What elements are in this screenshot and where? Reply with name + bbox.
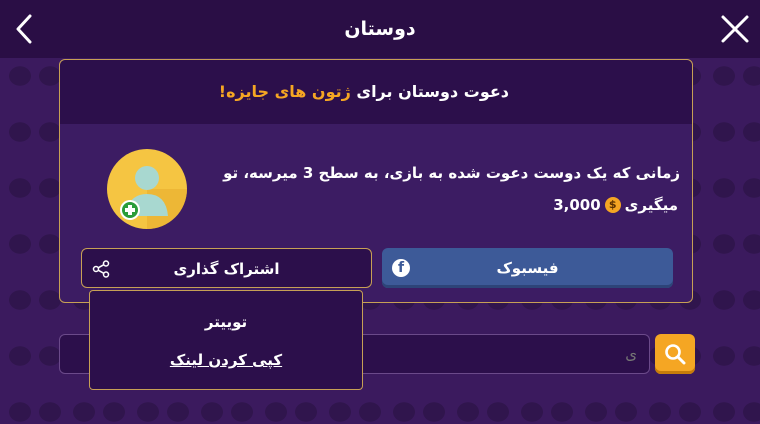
close-button[interactable]: [720, 14, 750, 44]
share-menu-copy-link[interactable]: کپی کردن لینک: [90, 351, 362, 369]
reward-suffix: میگیری: [624, 196, 678, 214]
top-bar: دوستان: [0, 0, 760, 58]
share-menu-twitter[interactable]: توییتر: [90, 313, 362, 331]
invite-title-prefix: دعوت دوستان برای: [356, 82, 509, 101]
invite-header: دعوت دوستان برای ژتون های جایزه!: [60, 60, 692, 124]
facebook-button[interactable]: f فیسبوک: [382, 248, 673, 288]
invite-description: زمانی که یک دوست دعوت شده به بازی، به سط…: [223, 164, 680, 182]
page-title: دوستان: [344, 18, 416, 40]
search-icon: [665, 344, 686, 365]
invite-panel: دعوت دوستان برای ژتون های جایزه! زمانی ک…: [59, 59, 693, 303]
reward-line: میگیری $ 3,000: [553, 196, 678, 214]
coin-icon: $: [604, 197, 621, 213]
reward-amount: 3,000: [553, 196, 601, 214]
close-icon: [721, 15, 749, 43]
share-menu: توییتر کپی کردن لینک: [89, 290, 363, 390]
search-button[interactable]: [655, 334, 695, 374]
invite-title-highlight: ژتون های جایزه!: [218, 82, 351, 101]
share-button[interactable]: اشتراک گذاری: [81, 248, 372, 288]
invite-title: دعوت دوستان برای ژتون های جایزه!: [219, 82, 509, 101]
facebook-button-label: فیسبوک: [496, 259, 559, 277]
share-button-label: اشتراک گذاری: [173, 260, 280, 278]
add-friend-avatar-icon: [106, 148, 188, 230]
